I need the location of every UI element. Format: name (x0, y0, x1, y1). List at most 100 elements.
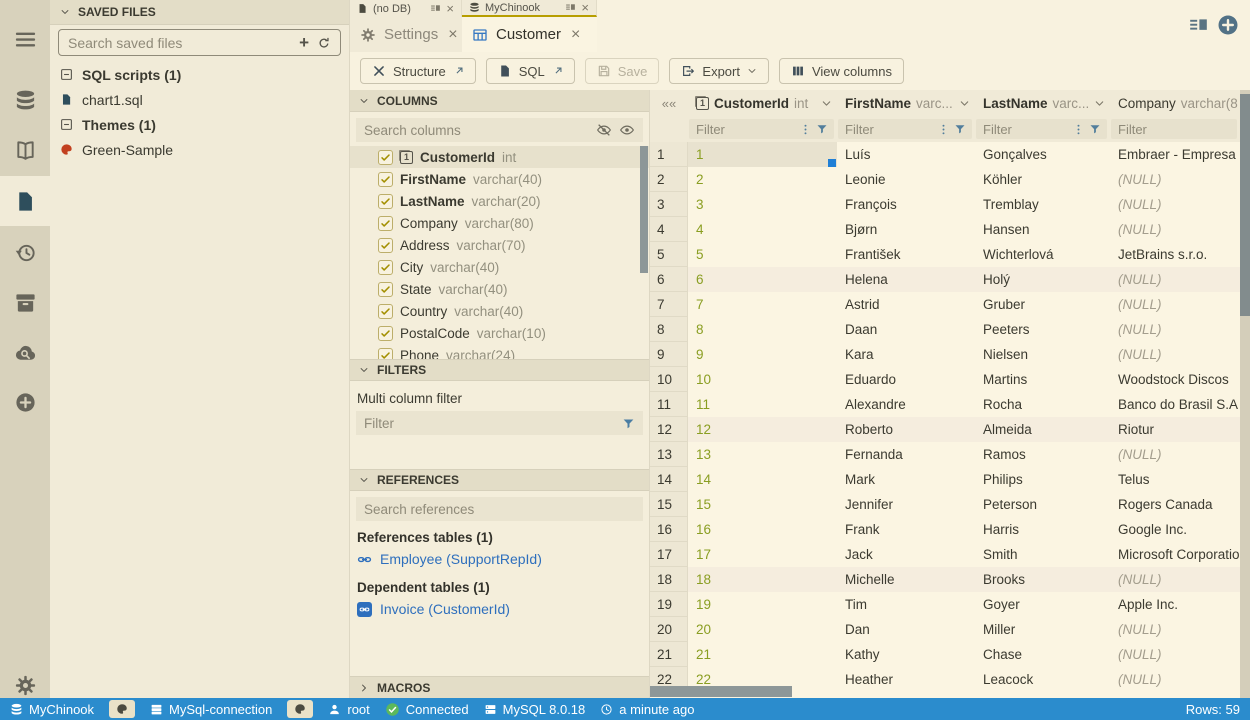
sql-button[interactable]: SQL (486, 58, 575, 84)
grid-cell[interactable]: Miller (975, 617, 1110, 642)
saved-files-group[interactable]: Themes (1) (50, 112, 349, 137)
close-group-icon[interactable]: × (581, 1, 589, 14)
grid-cell[interactable]: Philips (975, 467, 1110, 492)
grid-cell[interactable]: Gonçalves (975, 142, 1110, 167)
show-all-columns-icon[interactable] (619, 122, 635, 138)
activity-bar-item-history[interactable] (0, 227, 50, 277)
row-number[interactable]: 5 (650, 242, 688, 267)
grid-cell[interactable]: 15 (688, 492, 837, 517)
grid-cell[interactable]: 14 (688, 467, 837, 492)
grid-cell[interactable]: François (837, 192, 975, 217)
grid-cell[interactable]: 7 (688, 292, 837, 317)
column-filter-input[interactable]: Filter (838, 119, 972, 139)
search-columns-input[interactable] (364, 123, 589, 138)
grid-cell[interactable]: 12 (688, 417, 837, 442)
row-number[interactable]: 16 (650, 517, 688, 542)
saved-files-group[interactable]: SQL scripts (1) (50, 62, 349, 87)
grid-cell[interactable]: Wichterlová (975, 242, 1110, 267)
checkbox-checked-icon[interactable] (378, 260, 393, 275)
column-filter-input[interactable]: Filter (1111, 119, 1237, 139)
tab-group-header-no-db[interactable]: (no DB) × (350, 0, 462, 17)
grid-cell[interactable]: Michelle (837, 567, 975, 592)
export-button[interactable]: Export (669, 58, 769, 84)
row-number[interactable]: 15 (650, 492, 688, 517)
status-user[interactable]: root (328, 702, 369, 717)
grid-cell[interactable]: Rogers Canada (1110, 492, 1240, 517)
grid-cell[interactable]: (NULL) (1110, 442, 1240, 467)
grid-cell[interactable]: 1 (688, 142, 837, 167)
grid-cell[interactable]: 5 (688, 242, 837, 267)
grid-cell[interactable]: 17 (688, 542, 837, 567)
grid-cell[interactable]: Embraer - Empresa (1110, 142, 1240, 167)
grid-cell[interactable]: 21 (688, 642, 837, 667)
grid-cell[interactable]: Harris (975, 517, 1110, 542)
close-tab-icon[interactable]: × (448, 26, 457, 44)
search-saved-files-input[interactable] (68, 35, 291, 51)
checkbox-checked-icon[interactable] (378, 326, 393, 341)
row-number[interactable]: 4 (650, 217, 688, 242)
grid-cell[interactable]: Leacock (975, 667, 1110, 692)
grid-cell[interactable]: 8 (688, 317, 837, 342)
column-list-item-address[interactable]: Addressvarchar(70) (350, 234, 649, 256)
grid-cell[interactable]: Mark (837, 467, 975, 492)
checkbox-checked-icon[interactable] (378, 216, 393, 231)
tab-settings[interactable]: Settings × (350, 17, 462, 52)
activity-bar-item-archive[interactable] (0, 277, 50, 327)
hide-all-columns-icon[interactable] (596, 122, 612, 138)
split-tab-icon[interactable] (565, 2, 576, 13)
split-tab-icon[interactable] (430, 3, 441, 14)
checkbox-checked-icon[interactable] (378, 304, 393, 319)
grid-cell[interactable]: Roberto (837, 417, 975, 442)
grid-cell[interactable]: 11 (688, 392, 837, 417)
grid-cell[interactable]: Heather (837, 667, 975, 692)
grid-cell[interactable]: Tim (837, 592, 975, 617)
grid-cell[interactable]: (NULL) (1110, 292, 1240, 317)
status-server-version[interactable]: MySQL 8.0.18 (484, 702, 586, 717)
grid-cell[interactable]: Telus (1110, 467, 1240, 492)
grid-cell[interactable]: Leonie (837, 167, 975, 192)
grid-cell[interactable]: Frank (837, 517, 975, 542)
grid-column-header-lastname[interactable]: LastNamevarc... (975, 90, 1110, 116)
column-filter-input[interactable]: Filter (689, 119, 834, 139)
grid-cell[interactable]: Holý (975, 267, 1110, 292)
grid-cell[interactable]: Eduardo (837, 367, 975, 392)
status-last-refresh[interactable]: a minute ago (600, 702, 694, 717)
grid-cell[interactable]: Hansen (975, 217, 1110, 242)
horizontal-scrollbar-thumb[interactable] (650, 686, 792, 697)
grid-cell[interactable]: (NULL) (1110, 192, 1240, 217)
grid-cell[interactable]: Gruber (975, 292, 1110, 317)
grid-cell[interactable]: 3 (688, 192, 837, 217)
grid-cell[interactable]: Helena (837, 267, 975, 292)
add-file-icon[interactable]: + (299, 34, 309, 51)
column-list-item-lastname[interactable]: LastNamevarchar(20) (350, 190, 649, 212)
column-list-item-customerid[interactable]: 1CustomerIdint (350, 146, 649, 168)
row-number[interactable]: 19 (650, 592, 688, 617)
grid-column-header-company[interactable]: Companyvarchar(8 (1110, 90, 1240, 116)
row-number[interactable]: 7 (650, 292, 688, 317)
row-number[interactable]: 10 (650, 367, 688, 392)
grid-cell[interactable]: Goyer (975, 592, 1110, 617)
grid-cell[interactable]: (NULL) (1110, 642, 1240, 667)
row-number[interactable]: 14 (650, 467, 688, 492)
grid-cell[interactable]: Microsoft Corporatio (1110, 542, 1240, 567)
grid-cell[interactable]: 20 (688, 617, 837, 642)
checkbox-checked-icon[interactable] (378, 238, 393, 253)
activity-bar-item-file[interactable] (0, 176, 50, 226)
column-list-item-firstname[interactable]: FirstNamevarchar(40) (350, 168, 649, 190)
grid-cell[interactable]: Bjørn (837, 217, 975, 242)
grid-cell[interactable]: Jack (837, 542, 975, 567)
activity-bar-item-plus-circle[interactable] (0, 377, 50, 427)
grid-cell[interactable]: Alexandre (837, 392, 975, 417)
grid-cell[interactable]: Rocha (975, 392, 1110, 417)
grid-cell[interactable]: Kathy (837, 642, 975, 667)
row-number[interactable]: 18 (650, 567, 688, 592)
grid-cell[interactable]: 18 (688, 567, 837, 592)
grid-cell[interactable]: 2 (688, 167, 837, 192)
status-connection[interactable]: MySql-connection (150, 702, 272, 717)
grid-cell[interactable]: Google Inc. (1110, 517, 1240, 542)
checkbox-checked-icon[interactable] (378, 194, 393, 209)
tab-group-header-mychinook[interactable]: MyChinook × (462, 0, 597, 17)
grid-cell[interactable]: Dan (837, 617, 975, 642)
dependent-link-invoice[interactable]: Invoice (CustomerId) (357, 601, 649, 617)
grid-cell[interactable]: Martins (975, 367, 1110, 392)
